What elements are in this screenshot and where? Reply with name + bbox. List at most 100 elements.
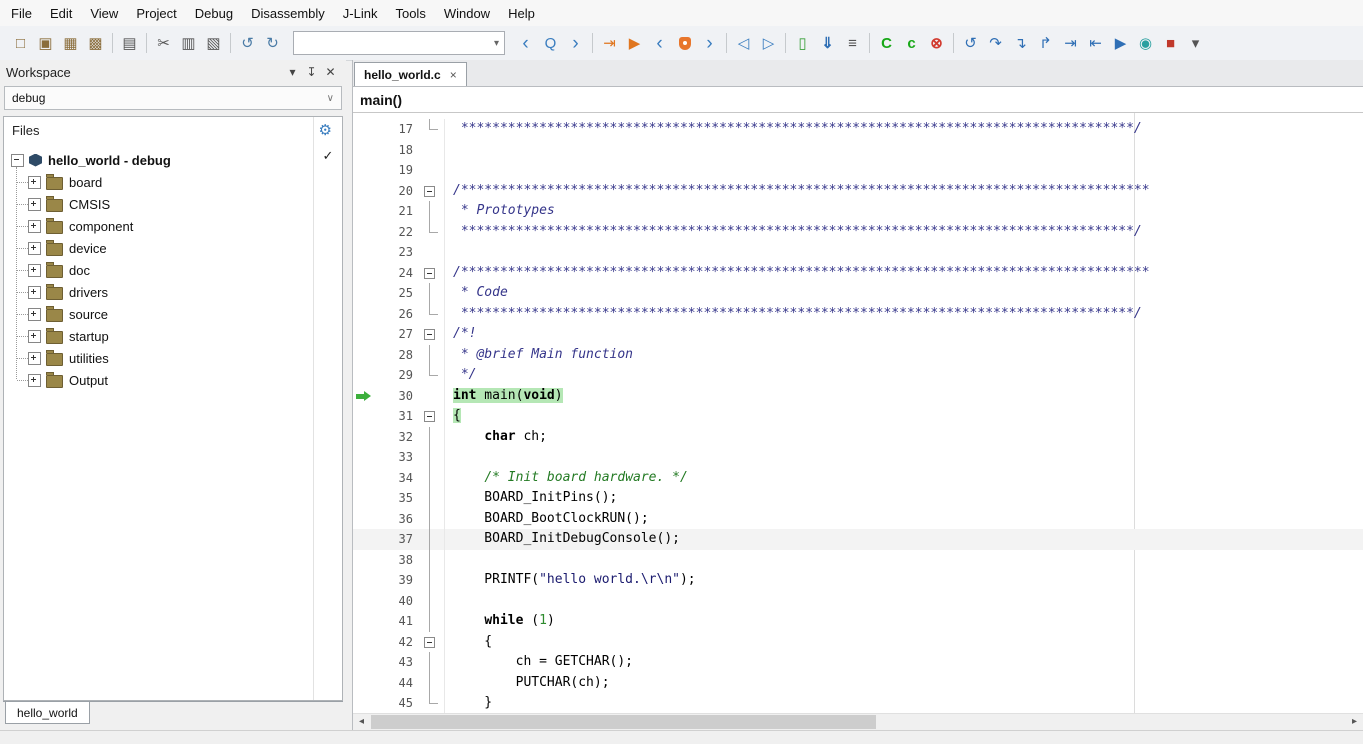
- breakpoint-gutter[interactable]: [353, 550, 373, 571]
- expand-icon[interactable]: [28, 198, 41, 211]
- redo-icon[interactable]: ↻: [260, 31, 285, 56]
- expand-icon[interactable]: [28, 286, 41, 299]
- expand-icon[interactable]: [28, 264, 41, 277]
- code-text[interactable]: ****************************************…: [445, 304, 1363, 325]
- fold-box-icon[interactable]: [424, 637, 435, 648]
- undo-icon[interactable]: ↺: [235, 31, 260, 56]
- menu-edit[interactable]: Edit: [41, 6, 81, 21]
- reset-icon[interactable]: ↺: [958, 31, 983, 56]
- tree-item-device[interactable]: device: [4, 237, 313, 259]
- tree-item-cmsis[interactable]: CMSIS: [4, 193, 313, 215]
- debug-without-download-icon[interactable]: c: [899, 31, 924, 56]
- breakpoint-gutter[interactable]: [353, 386, 373, 407]
- breakpoint-gutter[interactable]: [353, 283, 373, 304]
- code-text[interactable]: [445, 447, 1363, 468]
- menu-view[interactable]: View: [81, 6, 127, 21]
- step-over-icon[interactable]: ↷: [983, 31, 1008, 56]
- menu-project[interactable]: Project: [127, 6, 185, 21]
- code-text[interactable]: ****************************************…: [445, 222, 1363, 243]
- code-text[interactable]: ch = GETCHAR();: [445, 652, 1363, 673]
- code-text[interactable]: char ch;: [445, 427, 1363, 448]
- breakpoint-gutter[interactable]: [353, 611, 373, 632]
- breakpoint-gutter[interactable]: [353, 570, 373, 591]
- menu-window[interactable]: Window: [435, 6, 499, 21]
- code-text[interactable]: /***************************************…: [445, 263, 1363, 284]
- combo-dropdown-icon[interactable]: ▾: [489, 38, 504, 49]
- breakpoint-gutter[interactable]: [353, 222, 373, 243]
- print-icon[interactable]: ▤: [117, 31, 142, 56]
- search-icon[interactable]: Q: [538, 31, 563, 56]
- configuration-select[interactable]: debug ∨: [4, 86, 342, 110]
- paste-icon[interactable]: ▧: [201, 31, 226, 56]
- expand-icon[interactable]: [28, 308, 41, 321]
- menu-help[interactable]: Help: [499, 6, 544, 21]
- code-text[interactable]: /* Init board hardware. */: [445, 468, 1363, 489]
- breakpoint-gutter[interactable]: [353, 509, 373, 530]
- code-text[interactable]: [445, 140, 1363, 161]
- find-combo-input[interactable]: [294, 34, 489, 52]
- breakpoint-gutter[interactable]: [353, 427, 373, 448]
- scrollbar-thumb[interactable]: [371, 715, 876, 729]
- tree-item-board[interactable]: board: [4, 171, 313, 193]
- scrollbar-track[interactable]: [370, 714, 1346, 731]
- save-icon[interactable]: ▦: [58, 31, 83, 56]
- code-text[interactable]: PRINTF("hello world.\r\n");: [445, 570, 1363, 591]
- stop-build-icon[interactable]: ⊗: [924, 31, 949, 56]
- fold-box-icon[interactable]: [424, 268, 435, 279]
- code-area[interactable]: 17 *************************************…: [353, 113, 1363, 714]
- download-and-debug-icon[interactable]: C: [874, 31, 899, 56]
- new-document-icon[interactable]: □: [8, 31, 33, 56]
- code-text[interactable]: * @brief Main function: [445, 345, 1363, 366]
- pin-icon[interactable]: ↧: [302, 65, 321, 79]
- step-into-icon[interactable]: ↴: [1008, 31, 1033, 56]
- tree-item-doc[interactable]: doc: [4, 259, 313, 281]
- code-text[interactable]: }: [445, 693, 1363, 714]
- code-text[interactable]: /***************************************…: [445, 181, 1363, 202]
- breakpoint-gutter[interactable]: [353, 365, 373, 386]
- prev-bookmark-icon[interactable]: ‹: [647, 31, 672, 56]
- next-bookmark-icon[interactable]: ›: [697, 31, 722, 56]
- expand-icon[interactable]: [28, 330, 41, 343]
- breakpoint-gutter[interactable]: [353, 447, 373, 468]
- code-text[interactable]: [445, 550, 1363, 571]
- code-text[interactable]: int main(void): [445, 386, 1363, 407]
- code-text[interactable]: BOARD_InitDebugConsole();: [445, 529, 1363, 550]
- code-text[interactable]: */: [445, 365, 1363, 386]
- collapse-icon[interactable]: [11, 154, 24, 167]
- menu-debug[interactable]: Debug: [186, 6, 242, 21]
- download-icon[interactable]: ⇓: [815, 31, 840, 56]
- scroll-right-icon[interactable]: ▸: [1346, 714, 1363, 730]
- breakpoint-gutter[interactable]: [353, 201, 373, 222]
- make-icon[interactable]: ≡: [840, 31, 865, 56]
- breakpoint-gutter[interactable]: [353, 242, 373, 263]
- menu-disassembly[interactable]: Disassembly: [242, 6, 334, 21]
- code-text[interactable]: {: [445, 406, 1363, 427]
- code-text[interactable]: {: [445, 632, 1363, 653]
- code-text[interactable]: ****************************************…: [445, 119, 1363, 140]
- break-icon[interactable]: ◉: [1133, 31, 1158, 56]
- fold-box-icon[interactable]: [424, 411, 435, 422]
- tree-item-component[interactable]: component: [4, 215, 313, 237]
- breakpoint-gutter[interactable]: [353, 160, 373, 181]
- next-statement-icon[interactable]: ⇥: [1058, 31, 1083, 56]
- breakpoint-gutter[interactable]: [353, 468, 373, 489]
- scroll-left-icon[interactable]: ◂: [353, 714, 370, 730]
- tree-item-startup[interactable]: startup: [4, 325, 313, 347]
- fold-box-icon[interactable]: [424, 329, 435, 340]
- toolbar-more-icon[interactable]: ▾: [1183, 31, 1208, 56]
- find-combo[interactable]: ▾: [293, 31, 505, 55]
- close-icon[interactable]: ✕: [321, 65, 340, 79]
- tree-item-source[interactable]: source: [4, 303, 313, 325]
- copy-icon[interactable]: ▥: [176, 31, 201, 56]
- code-text[interactable]: [445, 242, 1363, 263]
- fold-box-icon[interactable]: [424, 186, 435, 197]
- expand-icon[interactable]: [28, 352, 41, 365]
- tree-item-project-root[interactable]: hello_world - debug: [4, 149, 313, 171]
- prev-tab-icon[interactable]: ◁: [731, 31, 756, 56]
- breakpoint-gutter[interactable]: [353, 673, 373, 694]
- breakpoint-gutter[interactable]: [353, 488, 373, 509]
- save-all-icon[interactable]: ▩: [83, 31, 108, 56]
- nav-back-icon[interactable]: ‹: [513, 31, 538, 56]
- breakpoint-gutter[interactable]: [353, 632, 373, 653]
- horizontal-scrollbar[interactable]: ◂ ▸: [353, 713, 1363, 731]
